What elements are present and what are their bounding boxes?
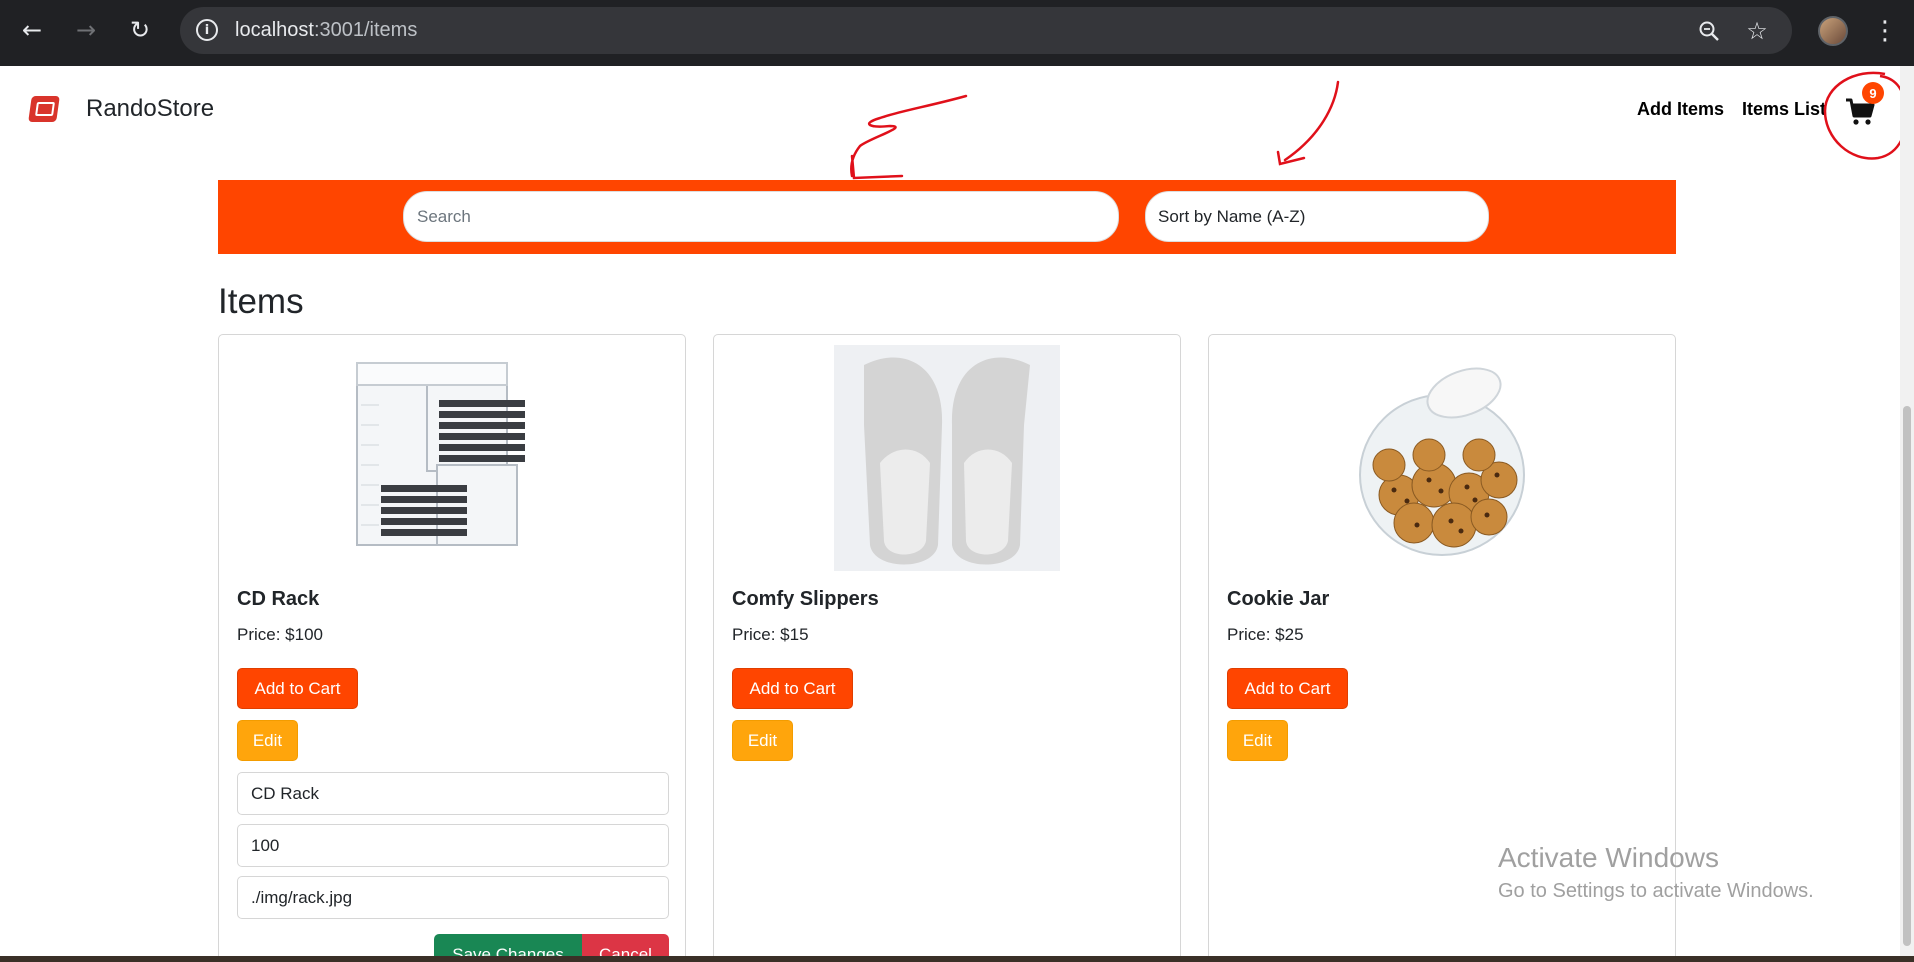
scrollbar-thumb[interactable] [1903,406,1911,946]
item-price: Price: $15 [732,625,809,644]
zoom-icon[interactable] [1695,17,1723,45]
filter-bar: Sort by Name (A-Z) [218,180,1676,254]
item-card: CD Rack Price: $100 Add to Cart Edit Sav… [218,334,686,962]
edit-button[interactable]: Edit [237,720,298,761]
back-arrow-icon[interactable]: ← [14,12,50,48]
item-image-cd-rack [356,362,525,546]
kebab-menu-icon[interactable]: ⋮ [1872,14,1898,48]
edit-name-field[interactable] [237,772,669,815]
nav-link-items-list[interactable]: Items List [1742,99,1826,120]
page-scrollbar[interactable] [1900,66,1914,962]
reload-icon[interactable]: ↻ [122,12,158,48]
edit-button[interactable]: Edit [732,720,793,761]
forward-arrow-icon[interactable]: → [68,12,104,48]
sort-select[interactable]: Sort by Name (A-Z) [1145,191,1489,242]
add-to-cart-button[interactable]: Add to Cart [1227,668,1348,709]
item-name: Comfy Slippers [732,588,879,610]
edit-button[interactable]: Edit [1227,720,1288,761]
star-icon[interactable]: ☆ [1743,17,1771,45]
item-image-cookie-jar [1359,367,1525,556]
brand-name[interactable]: RandoStore [86,95,214,123]
info-icon[interactable]: i [196,19,218,41]
taskbar-edge [0,956,1914,962]
item-image-slippers [834,345,1060,571]
item-name: CD Rack [237,588,320,610]
watermark-subtitle: Go to Settings to activate Windows. [1498,880,1814,902]
edit-price-field[interactable] [237,824,669,867]
page-title: Items [218,282,304,321]
profile-avatar[interactable] [1818,16,1848,46]
address-bar[interactable]: i localhost:3001/items ☆ [180,7,1792,54]
browser-toolbar: ← → ↻ i localhost:3001/items ☆ ⋮ [0,0,1914,66]
nav-link-add-items[interactable]: Add Items [1637,99,1724,120]
navbar: RandoStore Add Items Items List 9 [0,66,1900,150]
item-name: Cookie Jar [1227,588,1330,610]
url-text[interactable]: localhost:3001/items [235,19,417,42]
cart-count-badge: 9 [1862,82,1884,104]
page-content: RandoStore Add Items Items List 9 Sort b… [0,66,1914,962]
activate-windows-watermark: Activate Windows Go to Settings to activ… [1498,842,1814,903]
add-to-cart-button[interactable]: Add to Cart [237,668,358,709]
item-price: Price: $100 [237,625,323,644]
item-price: Price: $25 [1227,625,1304,644]
edit-image-field[interactable] [237,876,669,919]
item-card: Comfy Slippers Price: $15 Add to Cart Ed… [713,334,1181,962]
search-input[interactable] [403,191,1119,242]
add-to-cart-button[interactable]: Add to Cart [732,668,853,709]
watermark-title: Activate Windows [1498,842,1719,873]
brand-logo[interactable] [28,96,60,122]
